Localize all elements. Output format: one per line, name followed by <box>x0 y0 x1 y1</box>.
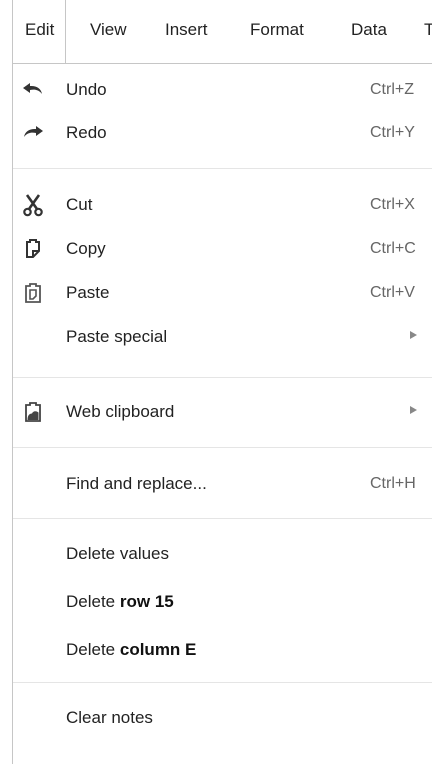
menu-item-delete-row[interactable]: Delete row 15 <box>13 585 432 619</box>
delete-column-label: Delete column E <box>66 640 196 660</box>
edit-dropdown-menu: Undo Ctrl+Z Redo Ctrl+Y Cut Ctrl+X Copy … <box>12 63 432 764</box>
cut-shortcut: Ctrl+X <box>370 196 415 213</box>
menu-item-redo[interactable]: Redo Ctrl+Y <box>13 116 432 150</box>
paste-shortcut: Ctrl+V <box>370 284 415 301</box>
menu-data[interactable]: Data <box>351 20 387 40</box>
separator <box>13 168 432 169</box>
redo-shortcut: Ctrl+Y <box>370 124 415 141</box>
menu-item-clear-notes[interactable]: Clear notes <box>13 701 432 735</box>
menu-insert[interactable]: Insert <box>165 20 208 40</box>
menu-tools[interactable]: T <box>424 20 432 40</box>
submenu-arrow-icon <box>410 331 417 339</box>
scissors-icon <box>23 194 43 217</box>
find-replace-label: Find and replace... <box>66 474 207 493</box>
find-replace-shortcut: Ctrl+H <box>370 475 416 492</box>
redo-icon <box>24 126 43 137</box>
delete-row-label: Delete row 15 <box>66 592 174 612</box>
separator <box>13 377 432 378</box>
paste-icon <box>25 283 41 303</box>
undo-icon <box>23 83 42 94</box>
clipboard-icon <box>25 402 41 422</box>
delete-column-target: column E <box>119 640 197 659</box>
menu-item-cut[interactable]: Cut Ctrl+X <box>13 188 432 222</box>
delete-values-label: Delete values <box>66 544 170 563</box>
cut-label: Cut <box>66 195 93 214</box>
copy-icon <box>26 239 40 258</box>
undo-shortcut: Ctrl+Z <box>370 81 414 98</box>
menu-item-delete-column[interactable]: Delete column E <box>13 633 432 667</box>
menu-format[interactable]: Format <box>250 20 304 40</box>
separator <box>13 682 432 683</box>
menu-view[interactable]: View <box>90 20 127 40</box>
menu-item-web-clipboard[interactable]: Web clipboard <box>13 395 432 429</box>
delete-row-prefix: Delete <box>66 592 120 611</box>
menu-bar: Edit View Insert Format Data T <box>0 0 432 64</box>
menu-item-find-replace[interactable]: Find and replace... Ctrl+H <box>13 467 432 501</box>
copy-label: Copy <box>66 239 106 258</box>
clear-notes-label: Clear notes <box>66 708 153 727</box>
menu-item-paste[interactable]: Paste Ctrl+V <box>13 276 432 310</box>
menu-item-copy[interactable]: Copy Ctrl+C <box>13 232 432 266</box>
separator <box>13 518 432 519</box>
menu-item-paste-special[interactable]: Paste special <box>13 320 432 354</box>
delete-row-target: row 15 <box>119 592 174 611</box>
menu-item-delete-values[interactable]: Delete values <box>13 537 432 571</box>
paste-special-label: Paste special <box>66 327 168 346</box>
undo-label: Undo <box>66 80 107 99</box>
copy-shortcut: Ctrl+C <box>370 240 416 257</box>
web-clipboard-label: Web clipboard <box>66 402 175 421</box>
redo-label: Redo <box>66 123 107 142</box>
menu-edit-label: Edit <box>25 20 55 39</box>
menu-edit[interactable]: Edit <box>12 0 66 63</box>
delete-column-prefix: Delete <box>66 640 120 659</box>
menu-item-undo[interactable]: Undo Ctrl+Z <box>13 73 432 107</box>
separator <box>13 447 432 448</box>
submenu-arrow-icon <box>410 406 417 414</box>
paste-label: Paste <box>66 283 110 302</box>
